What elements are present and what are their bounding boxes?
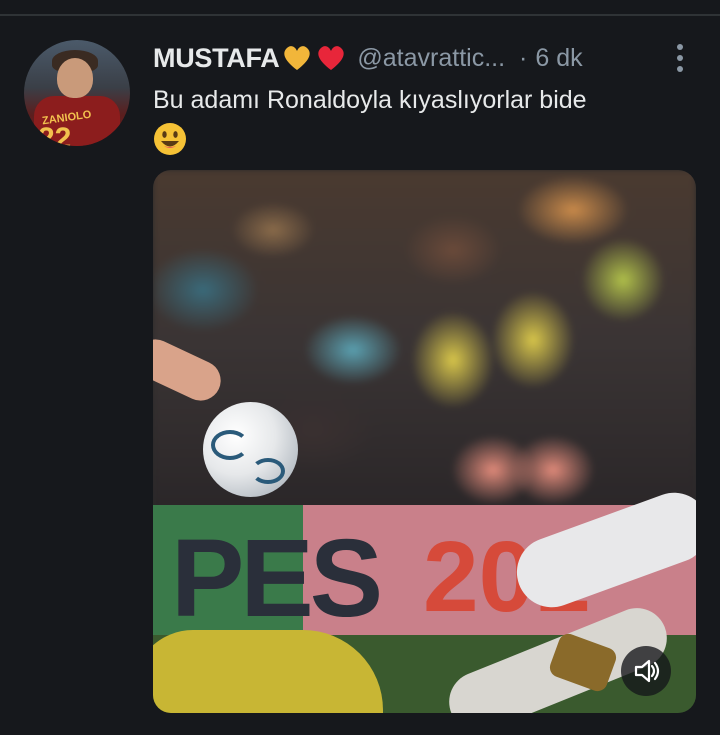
timestamp[interactable]: 6 dk bbox=[535, 44, 582, 73]
separator-dot: · bbox=[519, 43, 528, 72]
avatar-head bbox=[57, 58, 93, 98]
avatar-jersey-number: 22 bbox=[38, 122, 72, 146]
tweet[interactable]: ZANIOLO 22 MUSTAFA @atavrattic... · 6 dk… bbox=[0, 16, 720, 735]
yellow-heart-icon bbox=[284, 46, 311, 70]
red-heart-icon bbox=[318, 46, 345, 70]
video-football bbox=[203, 402, 298, 497]
avatar[interactable]: ZANIOLO 22 bbox=[24, 40, 130, 146]
ad-board-text: PES bbox=[171, 517, 383, 640]
speaker-muted-icon bbox=[634, 659, 660, 683]
sound-toggle-button[interactable] bbox=[621, 646, 671, 696]
more-options-icon[interactable] bbox=[668, 42, 692, 74]
tweet-text: Bu adamı Ronaldoyla kıyaslıyorlar bide bbox=[153, 86, 587, 114]
display-name[interactable]: MUSTAFA bbox=[153, 43, 280, 74]
tweet-video[interactable]: PES 201 bbox=[153, 170, 696, 713]
user-handle[interactable]: @atavrattic... bbox=[357, 44, 505, 73]
tweet-header: MUSTAFA @atavrattic... · 6 dk bbox=[153, 40, 583, 76]
smiling-face-emoji bbox=[154, 123, 186, 155]
